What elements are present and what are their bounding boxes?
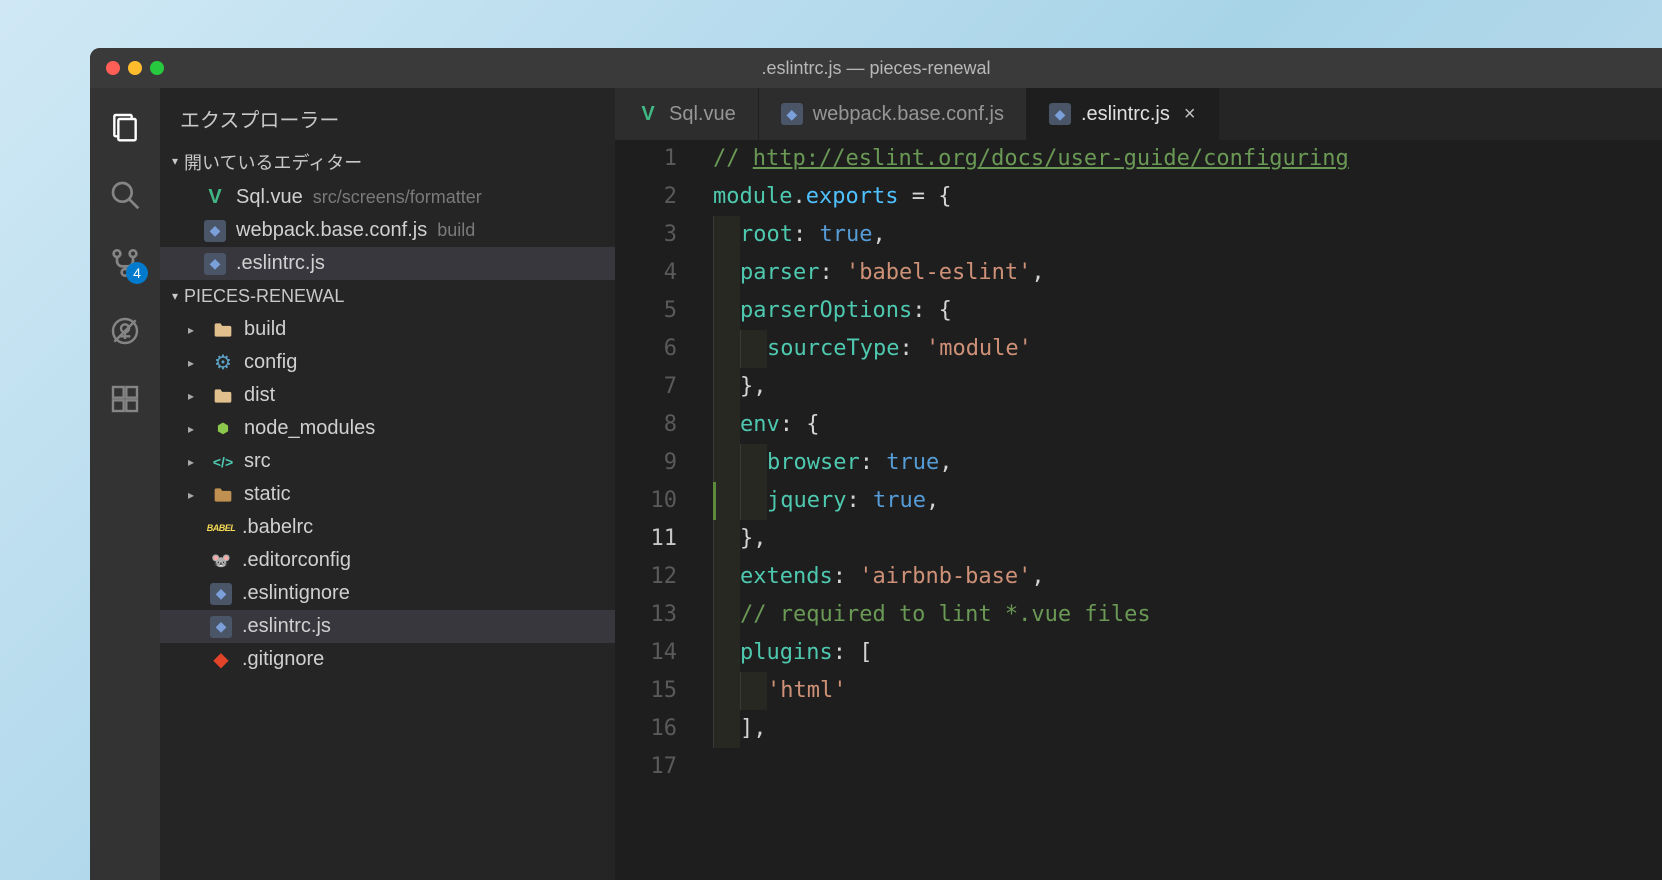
tab-eslintrc[interactable]: .eslintrc.js × — [1027, 88, 1219, 140]
tab-label: .eslintrc.js — [1081, 103, 1170, 126]
workspace-label: PIECES-RENEWAL — [184, 286, 344, 307]
code-content[interactable]: // http://eslint.org/docs/user-guide/con… — [705, 140, 1662, 880]
tree-file[interactable]: ◆ .gitignore — [160, 643, 615, 676]
folder-icon — [212, 484, 234, 506]
tab-bar: V Sql.vue webpack.base.conf.js .eslintrc… — [615, 88, 1662, 140]
open-editors-label: 開いているエディター — [184, 149, 362, 175]
tab-label: webpack.base.conf.js — [813, 103, 1004, 126]
explorer-icon[interactable] — [106, 108, 144, 146]
js-icon — [210, 616, 232, 638]
tree-file[interactable]: .eslintignore — [160, 577, 615, 610]
file-name: .eslintrc.js — [236, 252, 325, 275]
tree-file[interactable]: 🐭 .editorconfig — [160, 544, 615, 577]
chevron-right-icon: ▸ — [188, 356, 202, 370]
window-controls — [90, 61, 164, 75]
chevron-right-icon: ▸ — [188, 488, 202, 502]
folder-name: src — [244, 450, 271, 473]
file-name: webpack.base.conf.js — [236, 219, 427, 242]
file-path: build — [437, 220, 475, 241]
folder-name: build — [244, 318, 286, 341]
window-title: .eslintrc.js — pieces-renewal — [761, 58, 990, 79]
sidebar-title: エクスプローラー — [160, 88, 615, 143]
extensions-icon[interactable] — [106, 380, 144, 418]
git-icon: ◆ — [210, 649, 232, 671]
file-name: .babelrc — [242, 516, 313, 539]
line-gutter: 1 2 3 4 5 6 7 8 9 10 11 12 13 14 15 16 1 — [615, 140, 705, 880]
source-control-icon[interactable]: 4 — [106, 244, 144, 282]
maximize-icon[interactable] — [150, 61, 164, 75]
app-window: .eslintrc.js — pieces-renewal 4 エクスプローラー — [90, 48, 1662, 880]
editor-area: V Sql.vue webpack.base.conf.js .eslintrc… — [615, 88, 1662, 880]
sidebar: エクスプローラー ▾ 開いているエディター V Sql.vue src/scre… — [160, 88, 615, 880]
vue-icon: V — [637, 103, 659, 125]
tree-file[interactable]: BABEL .babelrc — [160, 511, 615, 544]
folder-name: node_modules — [244, 417, 375, 440]
scm-badge: 4 — [126, 262, 148, 284]
folder-name: static — [244, 483, 291, 506]
src-icon: </> — [212, 451, 234, 473]
tree-folder[interactable]: ▸ </> src — [160, 445, 615, 478]
tab-webpack[interactable]: webpack.base.conf.js — [759, 88, 1027, 140]
folder-icon — [212, 319, 234, 341]
js-icon — [204, 220, 226, 242]
code-link[interactable]: http://eslint.org/docs/user-guide/config… — [753, 140, 1349, 178]
file-path: src/screens/formatter — [313, 187, 482, 208]
tree-folder[interactable]: ▸ dist — [160, 379, 615, 412]
file-name: Sql.vue — [236, 186, 303, 209]
chevron-right-icon: ▸ — [188, 455, 202, 469]
js-icon — [204, 253, 226, 275]
tab-label: Sql.vue — [669, 103, 736, 126]
workspace-header[interactable]: ▾ PIECES-RENEWAL — [160, 280, 615, 313]
main-area: 4 エクスプローラー ▾ 開いているエディター V Sql.vue src/sc… — [90, 88, 1662, 880]
folder-icon: ⚙ — [212, 352, 234, 374]
folder-name: config — [244, 351, 297, 374]
open-editor-item[interactable]: webpack.base.conf.js build — [160, 214, 615, 247]
tab-sql-vue[interactable]: V Sql.vue — [615, 88, 759, 140]
open-editor-item[interactable]: V Sql.vue src/screens/formatter — [160, 181, 615, 214]
close-icon[interactable] — [106, 61, 120, 75]
tree-folder[interactable]: ▸ static — [160, 478, 615, 511]
minimize-icon[interactable] — [128, 61, 142, 75]
open-editors-header[interactable]: ▾ 開いているエディター — [160, 143, 615, 181]
tree-folder[interactable]: ▸ ⬢ node_modules — [160, 412, 615, 445]
file-name: .eslintrc.js — [242, 615, 331, 638]
chevron-down-icon: ▾ — [172, 289, 178, 303]
node-icon: ⬢ — [212, 418, 234, 440]
chevron-right-icon: ▸ — [188, 422, 202, 436]
chevron-down-icon: ▾ — [172, 154, 178, 168]
js-icon — [1049, 103, 1071, 125]
titlebar: .eslintrc.js — pieces-renewal — [90, 48, 1662, 88]
file-name: .gitignore — [242, 648, 324, 671]
folder-icon — [212, 385, 234, 407]
file-name: .editorconfig — [242, 549, 351, 572]
babel-icon: BABEL — [210, 517, 232, 539]
tree-folder[interactable]: ▸ ⚙ config — [160, 346, 615, 379]
code-editor[interactable]: 1 2 3 4 5 6 7 8 9 10 11 12 13 14 15 16 1 — [615, 140, 1662, 880]
chevron-right-icon: ▸ — [188, 323, 202, 337]
folder-name: dist — [244, 384, 275, 407]
search-icon[interactable] — [106, 176, 144, 214]
open-editor-item[interactable]: .eslintrc.js — [160, 247, 615, 280]
editorconfig-icon: 🐭 — [210, 550, 232, 572]
debug-icon[interactable] — [106, 312, 144, 350]
activity-bar: 4 — [90, 88, 160, 880]
chevron-right-icon: ▸ — [188, 389, 202, 403]
js-icon — [781, 103, 803, 125]
close-tab-icon[interactable]: × — [1184, 103, 1196, 126]
js-icon — [210, 583, 232, 605]
tree-file[interactable]: .eslintrc.js — [160, 610, 615, 643]
tree-folder[interactable]: ▸ build — [160, 313, 615, 346]
file-name: .eslintignore — [242, 582, 350, 605]
vue-icon: V — [204, 187, 226, 209]
